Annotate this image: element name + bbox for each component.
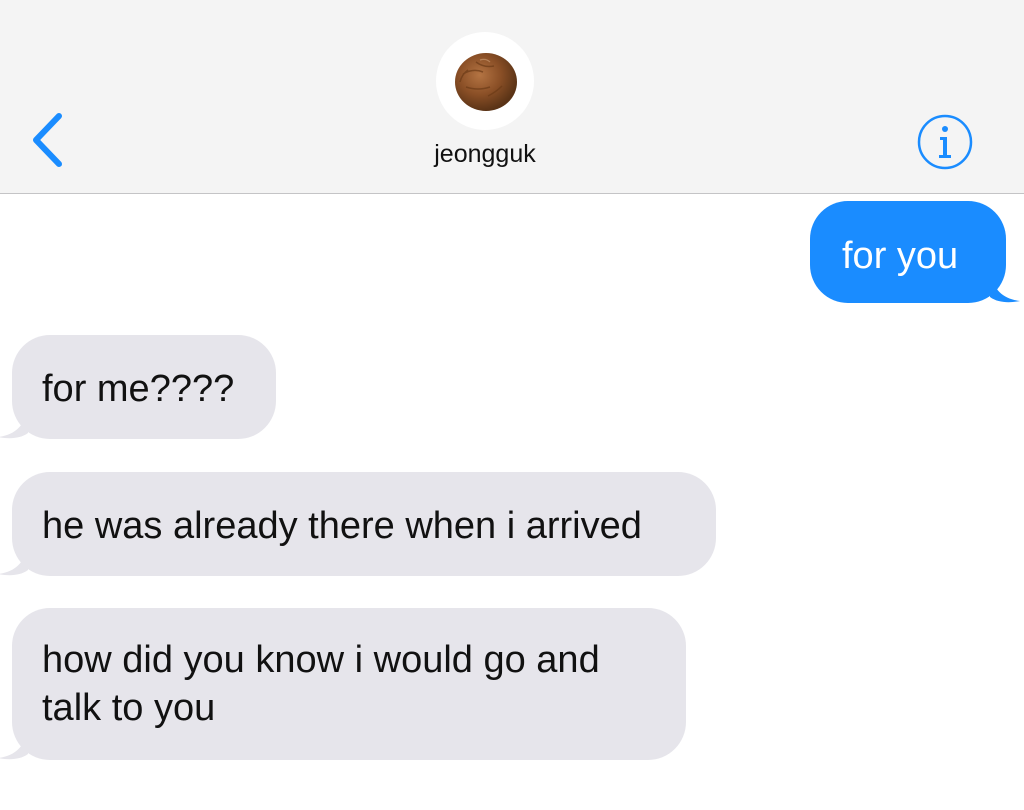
contact-name[interactable]: jeongguk — [312, 140, 658, 169]
chevron-left-icon — [33, 113, 62, 167]
message-thread: for you for me???? he was already there … — [0, 194, 1024, 810]
message-bubble-received[interactable]: for me???? — [0, 335, 276, 439]
bubble-tail — [0, 730, 28, 760]
message-text: for you — [842, 235, 959, 277]
coconut-icon — [455, 53, 517, 111]
message-text: for me???? — [42, 368, 235, 410]
bubble-tail — [0, 409, 28, 439]
message-text: he was already there when i arrived — [42, 505, 642, 547]
back-button[interactable] — [26, 110, 76, 170]
message-text: how did you know i would go and talk to … — [42, 639, 600, 729]
message-bubble-received[interactable]: how did you know i would go and talk to … — [0, 608, 686, 760]
message-bubble-sent[interactable]: for you — [810, 201, 1020, 303]
message-bubble-received[interactable]: he was already there when i arrived — [0, 472, 716, 576]
info-icon — [917, 114, 973, 170]
info-button[interactable] — [916, 113, 974, 171]
avatar[interactable] — [436, 32, 534, 130]
conversation-header: jeongguk — [0, 0, 1024, 194]
bubble-tail — [990, 273, 1020, 303]
bubble-tail — [0, 546, 28, 576]
